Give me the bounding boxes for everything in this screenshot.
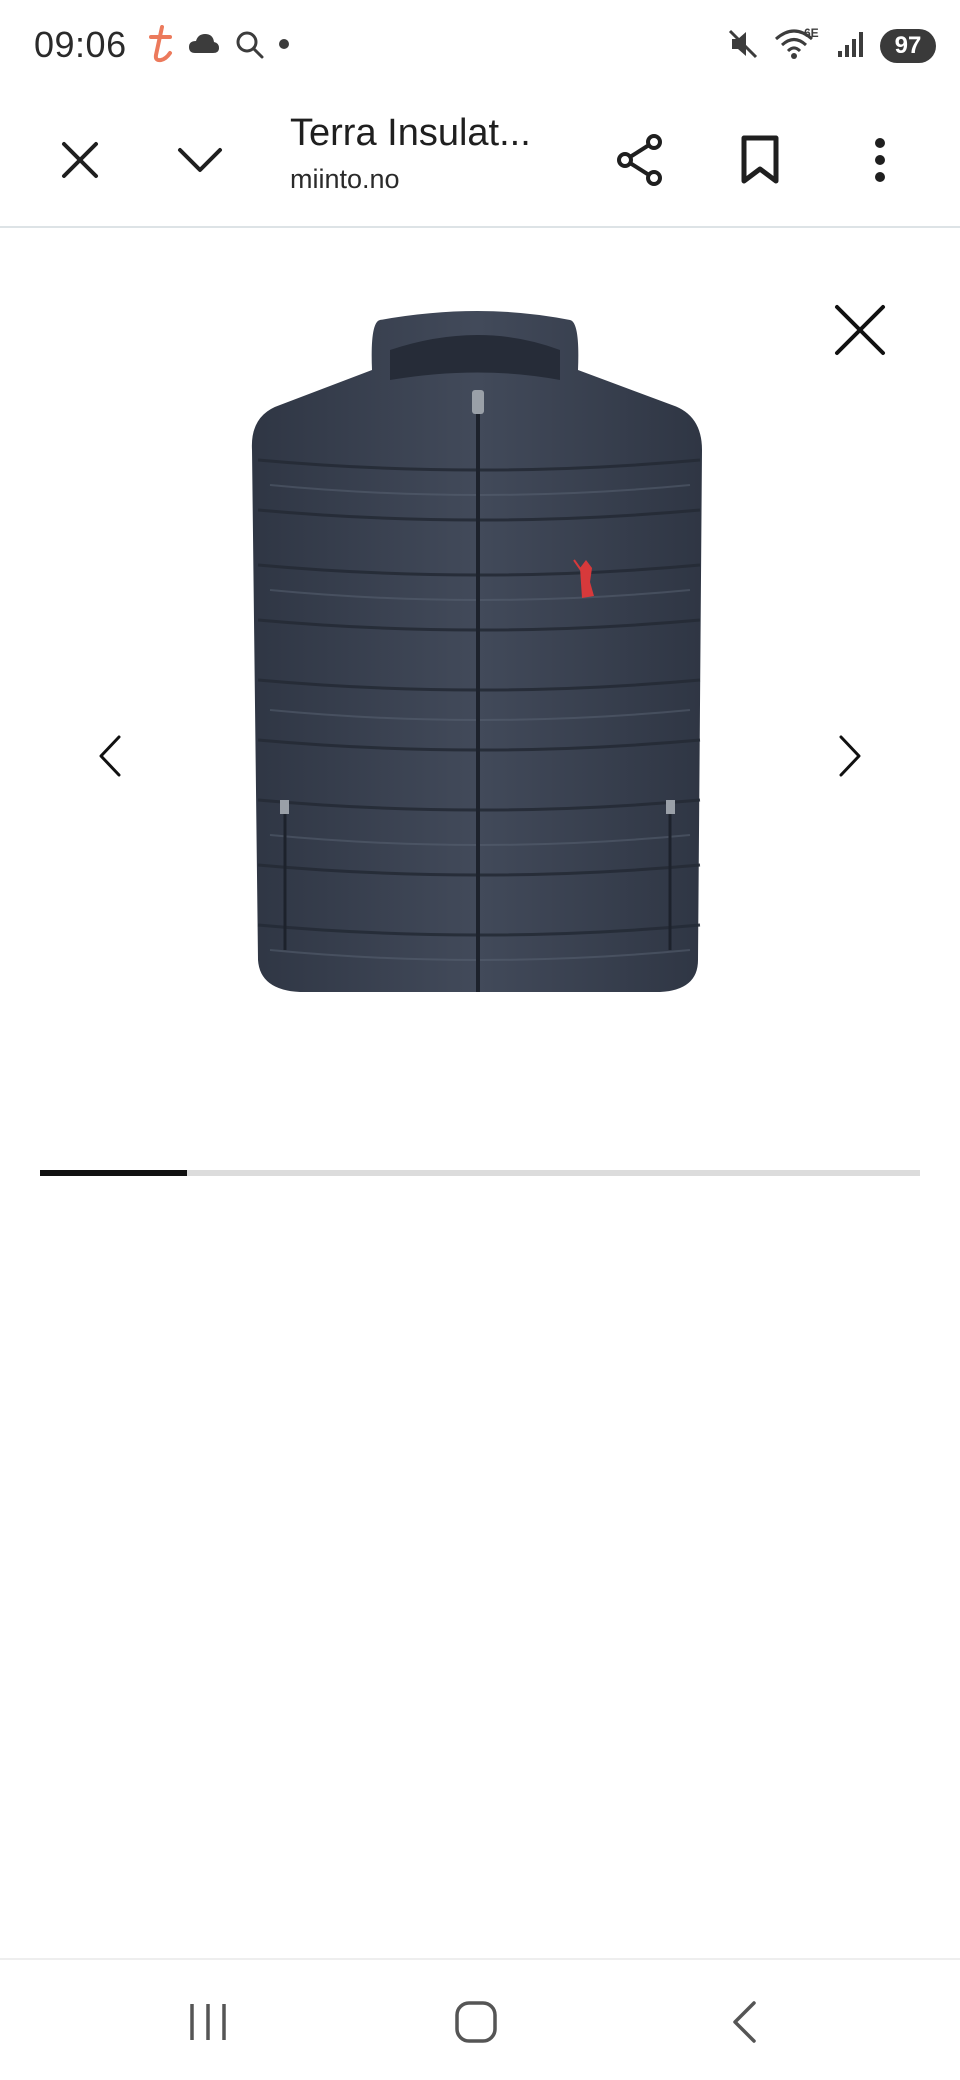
chevron-down-icon [178,148,222,172]
share-icon [617,134,662,186]
image-gallery [0,230,960,1190]
status-time: 09:06 [34,24,127,65]
page-info[interactable]: Terra Insulat... miinto.no [290,110,580,195]
product-image[interactable] [240,310,720,1030]
status-bar: 09:06 6E 97 [0,0,960,92]
status-left-icons [146,24,290,68]
close-gallery-button[interactable] [820,290,900,370]
page-title: Terra Insulat... [290,112,531,154]
recents-icon [190,2004,226,2040]
more-vert-icon [875,138,885,182]
status-right-icons: 6E 97 [726,24,936,68]
cloud-icon [188,33,220,60]
chevron-right-icon [839,735,861,777]
battery-indicator: 97 [880,29,936,63]
back-icon [733,2001,756,2043]
chevron-left-icon [99,735,121,777]
minimize-tab-button[interactable] [156,116,244,204]
recents-button[interactable] [160,1980,256,2064]
next-image-button[interactable] [818,708,882,804]
navigation-bar [0,1958,960,2080]
wifi-label: 6E [804,26,819,40]
previous-image-button[interactable] [78,708,142,804]
bookmark-button[interactable] [716,116,804,204]
more-options-button[interactable] [836,116,924,204]
home-icon [455,2001,497,2043]
home-button[interactable] [428,1980,524,2064]
close-icon [835,305,885,355]
close-icon [62,142,98,178]
mute-icon [726,27,760,66]
dot-icon [278,37,290,55]
share-button[interactable] [596,116,684,204]
browser-screen: 09:06 6E 97 Terra Insulat... miinto.no [0,0,960,2080]
page-url: miinto.no [290,163,400,194]
gallery-progress-bar [40,1170,920,1176]
back-button[interactable] [696,1980,792,2064]
close-tab-button[interactable] [36,116,124,204]
wifi-6e-icon: 6E [774,25,822,68]
custom-tab-toolbar: Terra Insulat... miinto.no [0,92,960,228]
bookmark-icon [741,135,779,184]
gallery-progress-fill [40,1170,187,1176]
t-app-icon [146,24,174,68]
search-icon [234,29,264,64]
signal-icon [836,29,866,64]
